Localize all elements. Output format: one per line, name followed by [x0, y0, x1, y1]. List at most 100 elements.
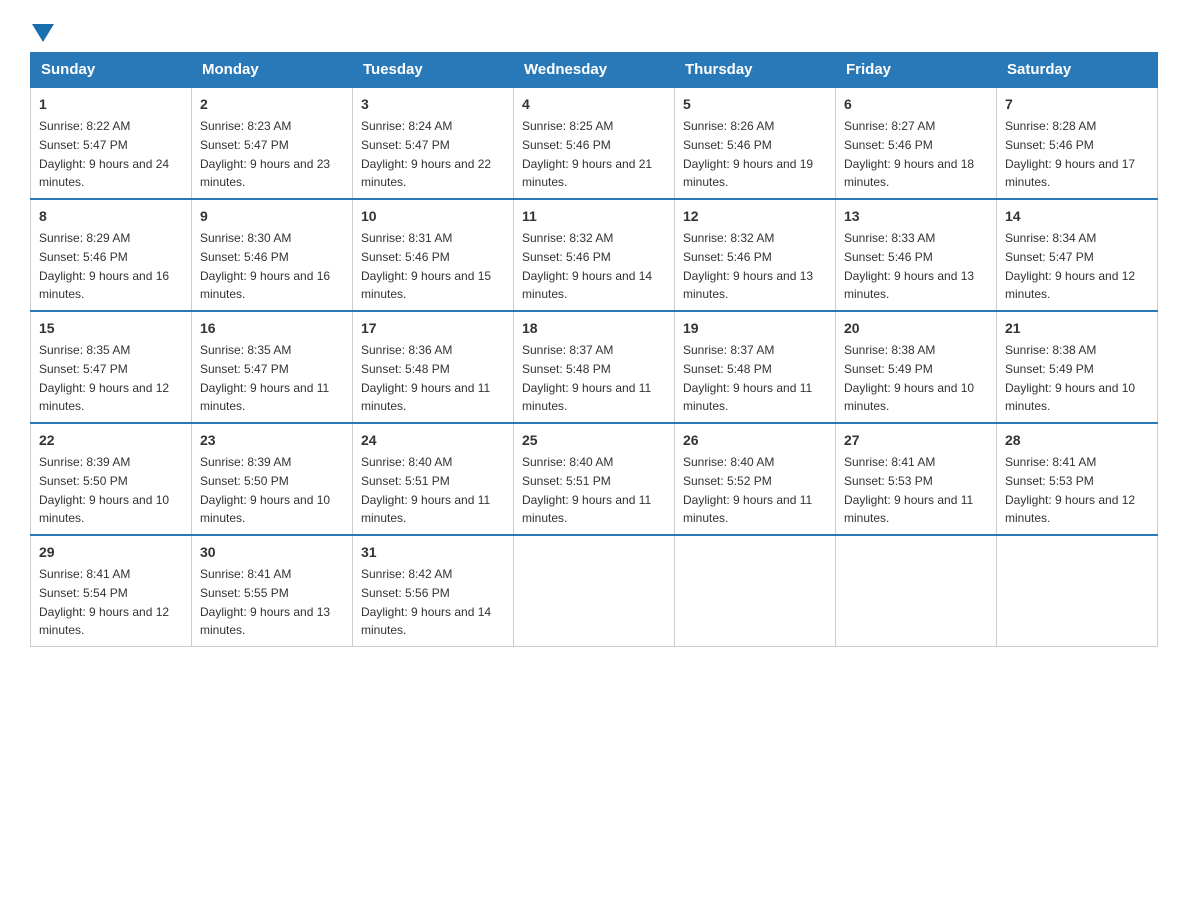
logo-triangle-icon — [32, 24, 54, 42]
day-info: Sunrise: 8:41 AMSunset: 5:53 PMDaylight:… — [1005, 455, 1135, 525]
header-wednesday: Wednesday — [514, 53, 675, 88]
calendar-header-row: Sunday Monday Tuesday Wednesday Thursday… — [31, 53, 1158, 88]
day-number: 3 — [361, 94, 505, 115]
calendar-day-cell: 23 Sunrise: 8:39 AMSunset: 5:50 PMDayligh… — [192, 423, 353, 535]
day-info: Sunrise: 8:27 AMSunset: 5:46 PMDaylight:… — [844, 119, 974, 189]
calendar-day-cell — [997, 535, 1158, 647]
calendar-day-cell: 14 Sunrise: 8:34 AMSunset: 5:47 PMDayligh… — [997, 199, 1158, 311]
day-number: 28 — [1005, 430, 1149, 451]
calendar-day-cell: 31 Sunrise: 8:42 AMSunset: 5:56 PMDayligh… — [353, 535, 514, 647]
header-sunday: Sunday — [31, 53, 192, 88]
calendar-day-cell: 30 Sunrise: 8:41 AMSunset: 5:55 PMDayligh… — [192, 535, 353, 647]
day-number: 5 — [683, 94, 827, 115]
day-number: 7 — [1005, 94, 1149, 115]
calendar-day-cell — [836, 535, 997, 647]
day-number: 9 — [200, 206, 344, 227]
day-info: Sunrise: 8:35 AMSunset: 5:47 PMDaylight:… — [39, 343, 169, 413]
day-info: Sunrise: 8:30 AMSunset: 5:46 PMDaylight:… — [200, 231, 330, 301]
calendar-day-cell: 6 Sunrise: 8:27 AMSunset: 5:46 PMDaylight… — [836, 87, 997, 199]
day-number: 2 — [200, 94, 344, 115]
calendar-day-cell: 1 Sunrise: 8:22 AMSunset: 5:47 PMDaylight… — [31, 87, 192, 199]
day-info: Sunrise: 8:31 AMSunset: 5:46 PMDaylight:… — [361, 231, 491, 301]
calendar-day-cell: 2 Sunrise: 8:23 AMSunset: 5:47 PMDaylight… — [192, 87, 353, 199]
calendar-day-cell: 22Sunrise: 8:39 AMSunset: 5:50 PMDayligh… — [31, 423, 192, 535]
calendar-day-cell: 17Sunrise: 8:36 AMSunset: 5:48 PMDayligh… — [353, 311, 514, 423]
calendar-day-cell: 24 Sunrise: 8:40 AMSunset: 5:51 PMDayligh… — [353, 423, 514, 535]
calendar-day-cell: 12 Sunrise: 8:32 AMSunset: 5:46 PMDayligh… — [675, 199, 836, 311]
day-info: Sunrise: 8:41 AMSunset: 5:54 PMDaylight:… — [39, 567, 169, 637]
day-number: 14 — [1005, 206, 1149, 227]
day-number: 21 — [1005, 318, 1149, 339]
day-info: Sunrise: 8:41 AMSunset: 5:55 PMDaylight:… — [200, 567, 330, 637]
calendar-day-cell — [675, 535, 836, 647]
calendar-week-row: 1 Sunrise: 8:22 AMSunset: 5:47 PMDaylight… — [31, 87, 1158, 199]
day-info: Sunrise: 8:33 AMSunset: 5:46 PMDaylight:… — [844, 231, 974, 301]
calendar-day-cell: 10 Sunrise: 8:31 AMSunset: 5:46 PMDayligh… — [353, 199, 514, 311]
day-info: Sunrise: 8:32 AMSunset: 5:46 PMDaylight:… — [522, 231, 652, 301]
day-info: Sunrise: 8:35 AMSunset: 5:47 PMDaylight:… — [200, 343, 329, 413]
calendar-day-cell: 27 Sunrise: 8:41 AMSunset: 5:53 PMDayligh… — [836, 423, 997, 535]
calendar-day-cell — [514, 535, 675, 647]
day-info: Sunrise: 8:41 AMSunset: 5:53 PMDaylight:… — [844, 455, 973, 525]
day-info: Sunrise: 8:42 AMSunset: 5:56 PMDaylight:… — [361, 567, 491, 637]
calendar-day-cell: 15 Sunrise: 8:35 AMSunset: 5:47 PMDayligh… — [31, 311, 192, 423]
day-number: 12 — [683, 206, 827, 227]
header-tuesday: Tuesday — [353, 53, 514, 88]
day-info: Sunrise: 8:32 AMSunset: 5:46 PMDaylight:… — [683, 231, 813, 301]
day-number: 25 — [522, 430, 666, 451]
day-info: Sunrise: 8:40 AMSunset: 5:51 PMDaylight:… — [522, 455, 651, 525]
day-number: 24 — [361, 430, 505, 451]
day-number: 13 — [844, 206, 988, 227]
day-number: 6 — [844, 94, 988, 115]
day-info: Sunrise: 8:24 AMSunset: 5:47 PMDaylight:… — [361, 119, 491, 189]
day-number: 26 — [683, 430, 827, 451]
day-number: 31 — [361, 542, 505, 563]
day-info: Sunrise: 8:38 AMSunset: 5:49 PMDaylight:… — [1005, 343, 1135, 413]
day-number: 15 — [39, 318, 183, 339]
day-number: 16 — [200, 318, 344, 339]
day-number: 27 — [844, 430, 988, 451]
calendar-day-cell: 4 Sunrise: 8:25 AMSunset: 5:46 PMDaylight… — [514, 87, 675, 199]
calendar-day-cell: 11 Sunrise: 8:32 AMSunset: 5:46 PMDayligh… — [514, 199, 675, 311]
day-info: Sunrise: 8:39 AMSunset: 5:50 PMDaylight:… — [200, 455, 330, 525]
calendar-week-row: 8 Sunrise: 8:29 AMSunset: 5:46 PMDaylight… — [31, 199, 1158, 311]
day-info: Sunrise: 8:25 AMSunset: 5:46 PMDaylight:… — [522, 119, 652, 189]
day-info: Sunrise: 8:40 AMSunset: 5:51 PMDaylight:… — [361, 455, 490, 525]
calendar-day-cell: 20 Sunrise: 8:38 AMSunset: 5:49 PMDayligh… — [836, 311, 997, 423]
calendar-day-cell: 9 Sunrise: 8:30 AMSunset: 5:46 PMDaylight… — [192, 199, 353, 311]
day-info: Sunrise: 8:22 AMSunset: 5:47 PMDaylight:… — [39, 119, 169, 189]
calendar-day-cell: 21 Sunrise: 8:38 AMSunset: 5:49 PMDayligh… — [997, 311, 1158, 423]
day-number: 8 — [39, 206, 183, 227]
calendar-day-cell: 26Sunrise: 8:40 AMSunset: 5:52 PMDayligh… — [675, 423, 836, 535]
calendar-week-row: 22Sunrise: 8:39 AMSunset: 5:50 PMDayligh… — [31, 423, 1158, 535]
calendar-day-cell: 19Sunrise: 8:37 AMSunset: 5:48 PMDayligh… — [675, 311, 836, 423]
day-info: Sunrise: 8:36 AMSunset: 5:48 PMDaylight:… — [361, 343, 490, 413]
calendar-day-cell: 3 Sunrise: 8:24 AMSunset: 5:47 PMDaylight… — [353, 87, 514, 199]
logo — [30, 20, 54, 42]
header-friday: Friday — [836, 53, 997, 88]
calendar-week-row: 29 Sunrise: 8:41 AMSunset: 5:54 PMDayligh… — [31, 535, 1158, 647]
day-number: 20 — [844, 318, 988, 339]
calendar-day-cell: 29 Sunrise: 8:41 AMSunset: 5:54 PMDayligh… — [31, 535, 192, 647]
calendar-day-cell: 25 Sunrise: 8:40 AMSunset: 5:51 PMDayligh… — [514, 423, 675, 535]
calendar-week-row: 15 Sunrise: 8:35 AMSunset: 5:47 PMDayligh… — [31, 311, 1158, 423]
day-info: Sunrise: 8:26 AMSunset: 5:46 PMDaylight:… — [683, 119, 813, 189]
day-info: Sunrise: 8:37 AMSunset: 5:48 PMDaylight:… — [522, 343, 651, 413]
day-info: Sunrise: 8:28 AMSunset: 5:46 PMDaylight:… — [1005, 119, 1135, 189]
day-number: 1 — [39, 94, 183, 115]
day-info: Sunrise: 8:23 AMSunset: 5:47 PMDaylight:… — [200, 119, 330, 189]
header-monday: Monday — [192, 53, 353, 88]
day-number: 30 — [200, 542, 344, 563]
calendar-day-cell: 13 Sunrise: 8:33 AMSunset: 5:46 PMDayligh… — [836, 199, 997, 311]
day-info: Sunrise: 8:34 AMSunset: 5:47 PMDaylight:… — [1005, 231, 1135, 301]
day-number: 4 — [522, 94, 666, 115]
day-number: 11 — [522, 206, 666, 227]
day-info: Sunrise: 8:38 AMSunset: 5:49 PMDaylight:… — [844, 343, 974, 413]
day-number: 19 — [683, 318, 827, 339]
day-number: 10 — [361, 206, 505, 227]
calendar-day-cell: 18 Sunrise: 8:37 AMSunset: 5:48 PMDayligh… — [514, 311, 675, 423]
day-number: 23 — [200, 430, 344, 451]
day-info: Sunrise: 8:29 AMSunset: 5:46 PMDaylight:… — [39, 231, 169, 301]
day-number: 29 — [39, 542, 183, 563]
day-number: 18 — [522, 318, 666, 339]
